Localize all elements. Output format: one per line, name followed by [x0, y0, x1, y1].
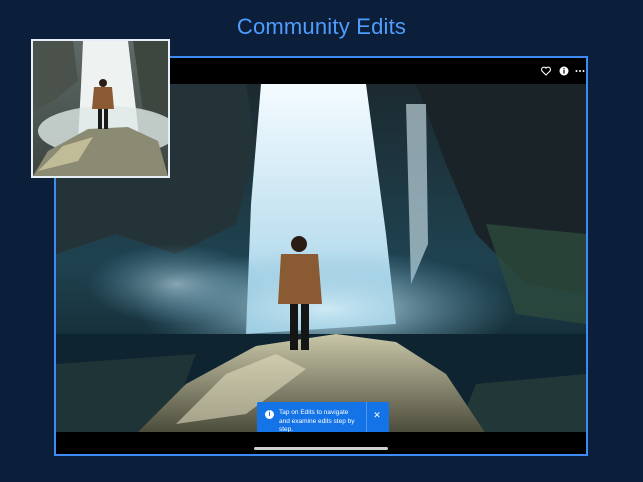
info-icon[interactable]	[558, 65, 570, 77]
toast-message: Tap on Edits to navigate and examine edi…	[279, 409, 355, 433]
bottom-bar	[56, 432, 586, 454]
close-icon[interactable]: ✕	[371, 409, 383, 421]
more-icon[interactable]	[574, 65, 586, 77]
info-icon: i	[265, 410, 274, 419]
page-title: Community Edits	[236, 14, 407, 39]
original-photo-thumbnail[interactable]	[31, 39, 170, 178]
home-indicator	[254, 447, 388, 450]
heart-icon[interactable]	[540, 65, 552, 77]
